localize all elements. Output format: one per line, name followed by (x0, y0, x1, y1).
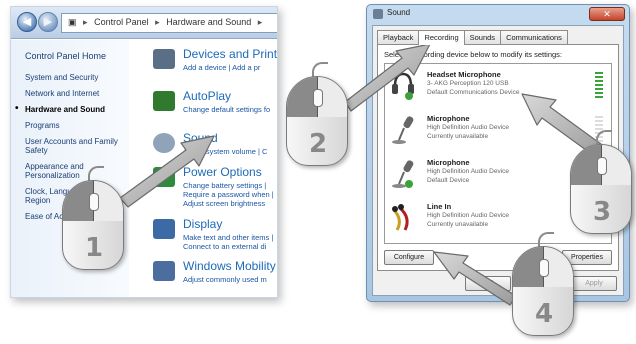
step-number: 2 (308, 129, 328, 159)
sidebar-item-network[interactable]: Network and Internet (25, 89, 129, 98)
category-links[interactable]: Make text and other items | Connect to a… (183, 233, 277, 251)
category-links[interactable]: Add a device | Add a pr (183, 63, 260, 72)
microphone-icon (392, 116, 414, 144)
folder-icon: ▣ (68, 17, 77, 27)
category-title[interactable]: Display (183, 217, 222, 231)
printer-icon (153, 49, 175, 69)
line-in-icon (392, 204, 409, 231)
device-detail: 3- AKG Perception 120 USB (427, 80, 509, 87)
address-bar-area: ◀ ▶ ▣ ▸ Control Panel ▸ Hardware and Sou… (11, 7, 277, 39)
tab-strip: Playback Recording Sounds Communications (377, 30, 568, 45)
instruction-text: Select a recording device below to modif… (384, 50, 563, 59)
tab-recording[interactable]: Recording (418, 30, 465, 45)
microphone-icon (392, 160, 414, 188)
control-panel-window: ◀ ▶ ▣ ▸ Control Panel ▸ Hardware and Sou… (10, 6, 278, 298)
mouse-icon: 2 (286, 76, 348, 166)
sidebar-item-home[interactable]: Control Panel Home (25, 52, 129, 61)
dialog-title: Sound (387, 8, 411, 17)
mouse-icon: 1 (62, 180, 124, 270)
mobility-icon (153, 261, 175, 281)
category-title[interactable]: Sound (183, 131, 218, 145)
device-name: Headset Microphone (427, 70, 501, 79)
sidebar-item-hardware-sound[interactable]: Hardware and Sound (15, 104, 129, 114)
level-meter (595, 72, 603, 100)
breadcrumb-control-panel[interactable]: Control Panel (94, 17, 149, 27)
category-links[interactable]: Change default settings fo (183, 105, 270, 114)
category-links[interactable]: Adjust commonly used m (183, 275, 267, 284)
configure-button[interactable]: Configure (384, 250, 434, 265)
mouse-step-2: 2 (286, 62, 348, 166)
forward-arrow-icon[interactable]: ▶ (38, 12, 58, 32)
category-list: Devices and Printers Add a device | Add … (153, 47, 277, 297)
tab-playback[interactable]: Playback (377, 30, 420, 44)
back-arrow-icon[interactable]: ◀ (17, 12, 37, 32)
breadcrumb-hardware-and-sound[interactable]: Hardware and Sound (166, 17, 251, 27)
device-status: Default Communications Device (427, 89, 520, 96)
tab-sounds[interactable]: Sounds (463, 30, 502, 44)
category-links[interactable]: Adjust system volume | C (183, 147, 267, 156)
scroll-wheel (539, 259, 549, 277)
device-status: Currently unavailable (427, 221, 489, 228)
category-title[interactable]: Windows Mobility C (183, 259, 277, 273)
step-number: 4 (534, 299, 554, 329)
tab-communications[interactable]: Communications (500, 30, 568, 44)
category-title[interactable]: Devices and Printers (183, 47, 277, 61)
autoplay-icon (153, 91, 175, 111)
step-number: 1 (84, 233, 104, 263)
device-status: Currently unavailable (427, 133, 489, 140)
device-name: Microphone (427, 158, 470, 167)
device-name: Microphone (427, 114, 470, 123)
close-button[interactable]: ✕ (589, 7, 625, 21)
device-detail: High Definition Audio Device (427, 168, 510, 175)
step-number: 3 (592, 197, 612, 227)
speaker-icon (153, 133, 175, 153)
power-icon (153, 167, 175, 187)
sidebar-item-system-security[interactable]: System and Security (25, 73, 129, 82)
device-headset-microphone[interactable]: Headset Microphone 3- AKG Perception 120… (387, 68, 609, 110)
device-detail: High Definition Audio Device (427, 124, 510, 131)
headset-icon (392, 72, 414, 100)
mouse-step-3: 3 (570, 130, 632, 234)
mouse-icon: 4 (512, 246, 574, 336)
category-title[interactable]: Power Options (183, 165, 262, 179)
device-name: Line In (427, 202, 452, 211)
sidebar-item-programs[interactable]: Programs (25, 121, 129, 130)
scroll-wheel (89, 193, 99, 211)
sidebar-item-user-accounts[interactable]: User Accounts and Family Safety (25, 137, 129, 155)
scroll-wheel (313, 89, 323, 107)
ok-button[interactable]: OK (465, 276, 511, 291)
category-links[interactable]: Change battery settings | Require a pass… (183, 181, 277, 208)
mouse-step-1: 1 (62, 166, 124, 270)
apply-button[interactable]: Apply (571, 276, 617, 291)
speaker-icon (373, 9, 383, 19)
breadcrumb[interactable]: ▣ ▸ Control Panel ▸ Hardware and Sound ▸ (61, 13, 277, 33)
mouse-icon: 3 (570, 144, 632, 234)
scroll-wheel (597, 157, 607, 175)
display-icon (153, 219, 175, 239)
device-status: Default Device (427, 177, 470, 184)
category-title[interactable]: AutoPlay (183, 89, 231, 103)
mouse-step-4: 4 (512, 232, 574, 336)
device-detail: High Definition Audio Device (427, 212, 510, 219)
